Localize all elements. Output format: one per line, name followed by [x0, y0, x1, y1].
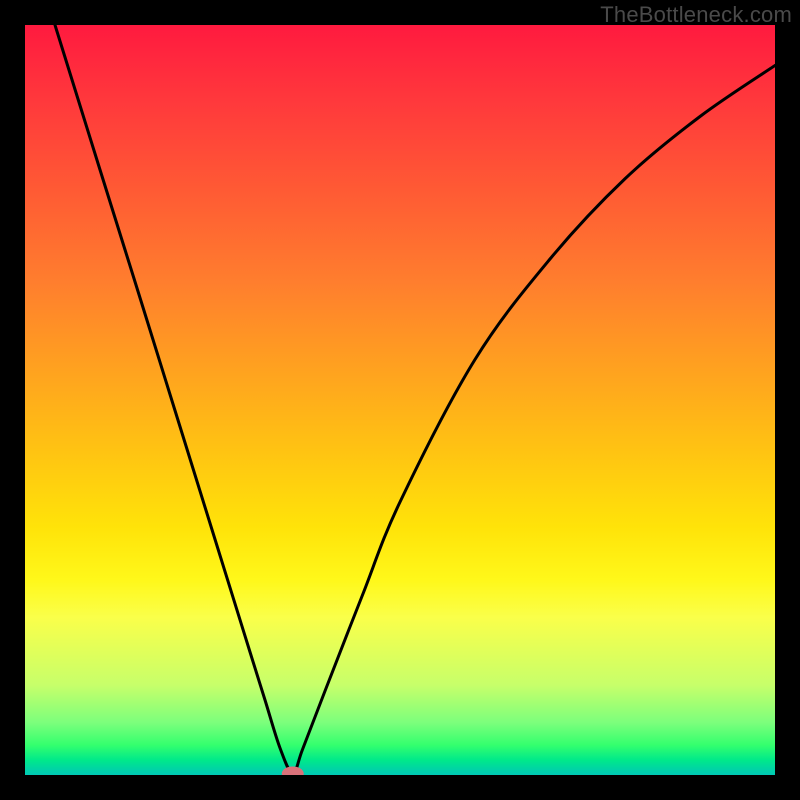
minimum-marker — [282, 767, 304, 776]
watermark-text: TheBottleneck.com — [600, 2, 792, 28]
chart-svg — [25, 25, 775, 775]
curve-path — [55, 25, 775, 774]
